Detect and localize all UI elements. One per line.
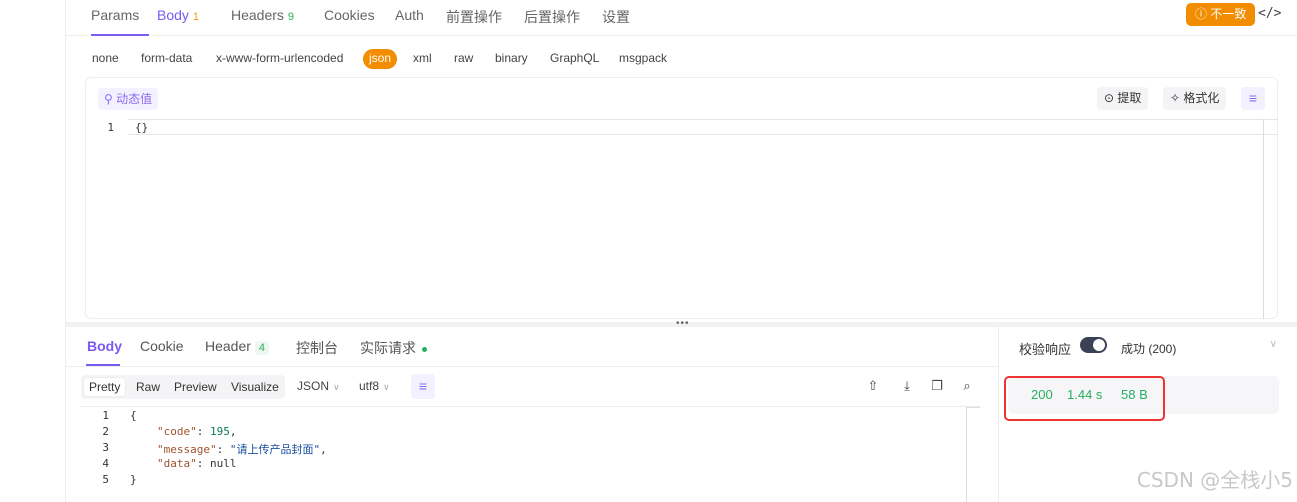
response-scrollbar[interactable]	[966, 407, 980, 502]
tab-auth[interactable]: Auth	[395, 7, 424, 23]
watermark: CSDN @全栈小5	[1136, 468, 1293, 492]
line-number: 5	[102, 473, 109, 486]
tab-body-label: Body	[157, 7, 189, 23]
line-number: 2	[102, 425, 109, 438]
line-number: 1	[107, 121, 114, 134]
chevron-down-icon: ∨	[333, 382, 340, 392]
line-number: 3	[102, 441, 109, 454]
view-mode-pretty[interactable]: Pretty	[84, 378, 126, 396]
view-mode-visualize[interactable]: Visualize	[226, 378, 284, 396]
tab-body-badge: 1	[192, 11, 200, 23]
line-number: 1	[102, 409, 109, 422]
extract-button[interactable]: ⊙ 提取	[1097, 87, 1149, 110]
dynamic-value-button[interactable]: ⚲ 动态值	[98, 88, 159, 110]
body-type-msgpack[interactable]: msgpack	[613, 49, 673, 69]
json-key: "data"	[157, 457, 197, 470]
success-status-label: 成功 (200)	[1121, 342, 1177, 356]
body-type-binary[interactable]: binary	[489, 49, 534, 69]
tab-settings[interactable]: 设置	[602, 7, 630, 27]
tab-body[interactable]: Body 1	[157, 7, 199, 23]
body-type-form-data[interactable]: form-data	[135, 49, 198, 69]
resp-tab-actual-request-label: 实际请求	[360, 340, 416, 356]
resp-tab-body[interactable]: Body	[87, 338, 122, 354]
json-line-code: "code": 195,	[157, 425, 237, 438]
view-mode-preview[interactable]: Preview	[169, 378, 222, 396]
encoding-select[interactable]: utf8 ∨	[359, 379, 390, 393]
resp-tabs-border	[66, 366, 998, 367]
chevron-down-icon: ∨	[383, 382, 390, 392]
verify-response-label: 校验响应	[1019, 342, 1072, 357]
json-line-message: "message": "请上传产品封面",	[157, 443, 327, 456]
view-mode-group: Pretty Raw Preview Visualize	[81, 375, 285, 399]
wrap-lines-icon[interactable]: ≡	[1241, 87, 1265, 110]
tab-headers[interactable]: Headers 9	[231, 7, 294, 23]
resp-tab-header-badge: 4	[254, 341, 270, 355]
extract-icon: ⊙	[1104, 91, 1115, 105]
magic-wand-icon: ⚲	[104, 92, 113, 106]
editor-scrollbar[interactable]	[1263, 119, 1277, 319]
search-icon[interactable]: ⌕	[959, 378, 975, 394]
highlight-annotation	[1004, 376, 1165, 421]
left-gutter	[0, 0, 66, 502]
json-key: "code"	[157, 425, 197, 438]
body-type-graphql[interactable]: GraphQL	[544, 49, 605, 69]
json-brace-open: {	[130, 409, 137, 422]
body-type-none[interactable]: none	[86, 49, 125, 69]
download-icon[interactable]: ⤓	[899, 378, 915, 394]
resp-tab-console[interactable]: 控制台	[296, 338, 338, 358]
body-type-urlencoded[interactable]: x-www-form-urlencoded	[210, 49, 349, 69]
code-view-icon[interactable]: </>	[1258, 6, 1281, 21]
resp-tab-cookie[interactable]: Cookie	[140, 338, 184, 354]
inconsistent-label: 不一致	[1210, 7, 1247, 21]
share-icon[interactable]: ⇧	[865, 378, 881, 394]
tab-headers-label: Headers	[231, 7, 284, 23]
format-icon: ✧	[1170, 91, 1181, 105]
request-body-content[interactable]: {}	[135, 121, 148, 134]
body-type-raw[interactable]: raw	[448, 49, 479, 69]
current-line-highlight	[128, 119, 1278, 135]
verify-response-toggle[interactable]	[1080, 337, 1107, 353]
body-type-xml[interactable]: xml	[407, 49, 438, 69]
json-key: "message"	[157, 443, 217, 456]
encoding-select-value: utf8	[359, 379, 380, 393]
tab-headers-badge: 9	[287, 11, 295, 23]
tab-params[interactable]: Params	[91, 7, 139, 23]
view-mode-raw[interactable]: Raw	[131, 378, 165, 396]
line-number: 4	[102, 457, 109, 470]
resp-tab-header[interactable]: Header 4	[205, 338, 270, 355]
resp-tab-header-label: Header	[205, 338, 251, 354]
warning-icon: ⓘ	[1195, 7, 1208, 21]
tab-pre-ops[interactable]: 前置操作	[446, 7, 502, 27]
status-dot	[422, 346, 427, 352]
response-body-viewer[interactable]: 1 2 3 4 5 { "code": 195, "message": "请上传…	[81, 406, 981, 502]
inconsistent-badge[interactable]: ⓘ 不一致	[1186, 3, 1256, 26]
format-select-value: JSON	[297, 379, 330, 393]
active-tab-indicator	[91, 34, 149, 36]
format-button[interactable]: ✧ 格式化	[1163, 87, 1227, 110]
tab-post-ops[interactable]: 后置操作	[524, 7, 580, 27]
body-type-json[interactable]: json	[363, 49, 398, 69]
extract-label: 提取	[1117, 91, 1142, 105]
format-select[interactable]: JSON ∨	[297, 379, 340, 393]
wrap-lines-icon[interactable]: ≡	[411, 374, 435, 399]
drag-handle-icon[interactable]: •••	[676, 318, 690, 329]
tab-cookies[interactable]: Cookies	[324, 7, 375, 23]
toggle-knob	[1093, 339, 1105, 351]
json-value: "请上传产品封面"	[229, 443, 321, 456]
chevron-down-icon[interactable]: ∨	[1270, 339, 1277, 350]
request-body-editor[interactable]: ⚲ 动态值 ⊙ 提取 ✧ 格式化 ≡ 1 {}	[85, 77, 1278, 319]
copy-icon[interactable]: ❐	[929, 378, 945, 394]
resp-tab-actual-request[interactable]: 实际请求	[360, 338, 427, 358]
json-brace-close: }	[130, 473, 137, 486]
dynamic-value-label: 动态值	[116, 92, 153, 106]
format-label: 格式化	[1183, 91, 1220, 105]
json-value: 195	[210, 425, 230, 438]
json-line-data: "data": null	[157, 457, 237, 470]
json-value: null	[210, 457, 237, 470]
